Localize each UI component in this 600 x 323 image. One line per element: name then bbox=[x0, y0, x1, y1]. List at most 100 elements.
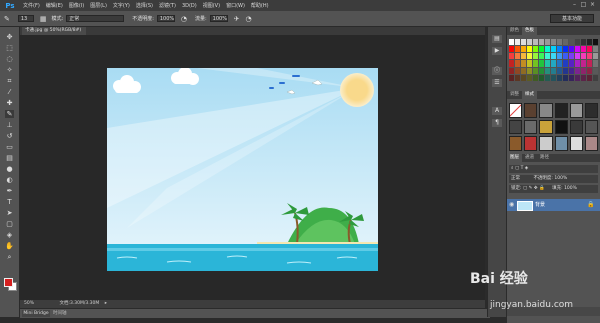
color-swatch[interactable] bbox=[515, 53, 520, 60]
color-swatch[interactable] bbox=[551, 46, 556, 53]
type-tool-icon[interactable]: T bbox=[5, 198, 14, 206]
color-swatch[interactable] bbox=[557, 74, 562, 81]
color-swatch[interactable] bbox=[593, 53, 598, 60]
color-swatch[interactable] bbox=[569, 67, 574, 74]
paragraph-icon[interactable]: ¶ bbox=[492, 119, 502, 127]
color-swatch[interactable] bbox=[593, 67, 598, 74]
move-tool-icon[interactable]: ✥ bbox=[5, 33, 14, 41]
info-icon[interactable]: ⓘ bbox=[492, 67, 502, 75]
tab-channels[interactable]: 通道 bbox=[522, 154, 537, 162]
color-swatch[interactable] bbox=[575, 39, 580, 46]
layer-filter-row[interactable]: ⌕ ▢ T ◈ bbox=[509, 165, 598, 173]
color-swatch[interactable] bbox=[509, 60, 514, 67]
character-icon[interactable]: A bbox=[492, 107, 502, 115]
color-swatch[interactable] bbox=[551, 60, 556, 67]
crop-tool-icon[interactable]: ⌗ bbox=[5, 77, 14, 85]
color-swatch[interactable] bbox=[593, 60, 598, 67]
color-swatch[interactable] bbox=[581, 74, 586, 81]
color-swatch[interactable] bbox=[575, 53, 580, 60]
history-icon[interactable]: ▤ bbox=[492, 35, 502, 43]
color-swatch[interactable] bbox=[581, 46, 586, 53]
menu-help[interactable]: 帮助(H) bbox=[251, 2, 269, 9]
color-swatch[interactable] bbox=[521, 46, 526, 53]
color-swatch[interactable] bbox=[563, 39, 568, 46]
color-swatch[interactable] bbox=[581, 39, 586, 46]
color-swatch[interactable] bbox=[557, 67, 562, 74]
color-swatch[interactable] bbox=[515, 67, 520, 74]
tab-styles[interactable]: 样式 bbox=[522, 91, 537, 99]
brush-panel-icon[interactable]: ▦ bbox=[40, 15, 47, 23]
color-swatch[interactable] bbox=[569, 46, 574, 53]
color-swatch[interactable] bbox=[533, 74, 538, 81]
color-swatch[interactable] bbox=[551, 67, 556, 74]
hand-tool-icon[interactable]: ✋ bbox=[5, 242, 14, 250]
color-swatch[interactable] bbox=[551, 74, 556, 81]
mode-select[interactable]: 正常 bbox=[66, 15, 125, 22]
history-brush-icon[interactable]: ↺ bbox=[5, 132, 14, 140]
color-swatch[interactable] bbox=[539, 46, 544, 53]
color-swatch[interactable] bbox=[521, 74, 526, 81]
path-select-icon[interactable]: ➤ bbox=[5, 209, 14, 217]
minimize-button[interactable]: – bbox=[571, 1, 578, 8]
flow-input[interactable]: 100% bbox=[209, 15, 228, 22]
gradient-tool-icon[interactable]: ▤ bbox=[5, 154, 14, 162]
color-swatch[interactable] bbox=[581, 60, 586, 67]
color-swatch[interactable] bbox=[527, 67, 532, 74]
eyedropper-icon[interactable]: ⁄ bbox=[5, 88, 14, 96]
color-swatch[interactable] bbox=[581, 67, 586, 74]
color-swatch[interactable] bbox=[527, 39, 532, 46]
swatch-grid[interactable] bbox=[509, 39, 598, 81]
color-swatch[interactable] bbox=[575, 60, 580, 67]
color-swatch[interactable] bbox=[539, 67, 544, 74]
color-swatch[interactable] bbox=[575, 74, 580, 81]
color-swatch[interactable] bbox=[563, 53, 568, 60]
marquee-tool-icon[interactable]: ⬚ bbox=[5, 44, 14, 52]
color-swatch[interactable] bbox=[563, 67, 568, 74]
lasso-tool-icon[interactable]: ◌ bbox=[5, 55, 14, 63]
color-swatch[interactable] bbox=[521, 39, 526, 46]
color-swatch[interactable] bbox=[515, 60, 520, 67]
color-swatch[interactable] bbox=[509, 46, 514, 53]
color-swatch[interactable] bbox=[551, 53, 556, 60]
blur-tool-icon[interactable]: ● bbox=[5, 165, 14, 173]
menu-view[interactable]: 视图(V) bbox=[203, 2, 220, 9]
fill-input[interactable]: 100% bbox=[564, 186, 577, 191]
color-swatch[interactable] bbox=[557, 39, 562, 46]
color-swatch[interactable] bbox=[569, 39, 574, 46]
menu-file[interactable]: 文件(F) bbox=[23, 2, 40, 9]
color-swatch[interactable] bbox=[521, 53, 526, 60]
color-swatch[interactable] bbox=[521, 60, 526, 67]
document-tab[interactable]: 卡通.jpg @ 50%(RGB/8#) bbox=[22, 27, 86, 35]
eraser-icon[interactable]: ▭ bbox=[5, 143, 14, 151]
color-swatch[interactable] bbox=[569, 53, 574, 60]
menu-type[interactable]: 文字(Y) bbox=[113, 2, 130, 9]
3d-tool-icon[interactable]: ◈ bbox=[5, 231, 14, 239]
color-swatch[interactable] bbox=[593, 46, 598, 53]
pen-tool-icon[interactable]: ✒ bbox=[5, 187, 14, 195]
color-swatch[interactable] bbox=[575, 46, 580, 53]
healing-brush-icon[interactable]: ✚ bbox=[5, 99, 14, 107]
color-swatch[interactable] bbox=[557, 53, 562, 60]
menu-image[interactable]: 图像(I) bbox=[69, 2, 84, 9]
color-swatch[interactable] bbox=[557, 60, 562, 67]
tab-layers[interactable]: 图层 bbox=[507, 154, 522, 162]
properties-icon[interactable]: ☰ bbox=[492, 79, 502, 87]
menu-window[interactable]: 窗口(W) bbox=[226, 2, 245, 9]
mini-bridge-tab[interactable]: Mini Bridge bbox=[22, 310, 50, 317]
tab-color[interactable]: 颜色 bbox=[507, 27, 522, 35]
color-swatch[interactable] bbox=[563, 60, 568, 67]
color-swatch[interactable] bbox=[569, 60, 574, 67]
color-swatch[interactable] bbox=[515, 46, 520, 53]
workspace-selector[interactable]: 基本功能 bbox=[550, 14, 594, 23]
color-swatch[interactable] bbox=[527, 74, 532, 81]
color-swatch[interactable] bbox=[539, 60, 544, 67]
document-canvas[interactable] bbox=[107, 68, 378, 271]
color-swatch[interactable] bbox=[515, 39, 520, 46]
color-swatch[interactable] bbox=[587, 46, 592, 53]
menu-edit[interactable]: 编辑(E) bbox=[46, 2, 63, 9]
color-swatch[interactable] bbox=[563, 46, 568, 53]
magic-wand-icon[interactable]: ✧ bbox=[5, 66, 14, 74]
color-swatch[interactable] bbox=[545, 46, 550, 53]
airbrush-icon[interactable]: ✈ bbox=[234, 15, 240, 23]
color-swatch[interactable] bbox=[587, 74, 592, 81]
